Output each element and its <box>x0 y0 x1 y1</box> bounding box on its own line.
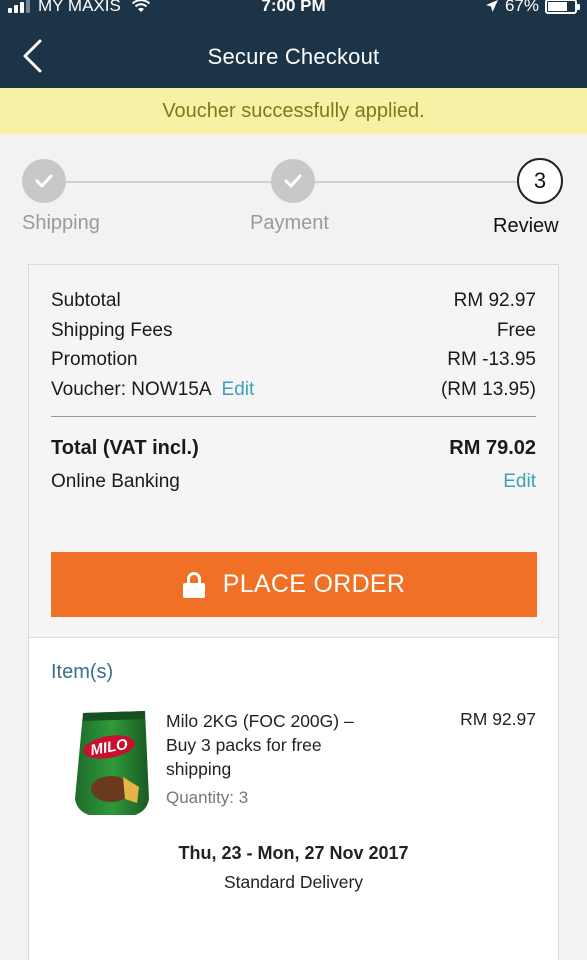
step-label-shipping: Shipping <box>22 212 100 234</box>
shipping-fees-label: Shipping Fees <box>51 320 173 341</box>
payment-method-row: Online Banking Edit <box>51 471 536 493</box>
check-icon <box>35 174 53 188</box>
voucher-label: Voucher: NOW15A <box>51 379 212 400</box>
product-quantity: Quantity: 3 <box>166 788 249 807</box>
delivery-date: Thu, 23 - Mon, 27 Nov 2017 <box>178 843 409 863</box>
shipping-fees-value: Free <box>496 320 536 341</box>
delivery-type: Standard Delivery <box>223 872 364 892</box>
summary-divider <box>51 416 536 417</box>
subtotal-row: Subtotal RM 92.97 <box>51 290 536 312</box>
subtotal-label: Subtotal <box>51 290 121 311</box>
payment-edit-link[interactable]: Edit <box>503 471 536 493</box>
total-value: RM 79.02 <box>449 437 536 459</box>
step-review-current: 3 <box>517 158 563 204</box>
battery-info: 67% <box>485 0 580 16</box>
status-bar: MY MAXIS 7:00 PM 67% <box>0 0 587 24</box>
subtotal-value: RM 92.97 <box>453 290 536 311</box>
promotion-value: RM -13.95 <box>447 349 536 370</box>
place-order-label: PLACE ORDER <box>222 570 406 598</box>
battery-percent: 67% <box>504 0 539 15</box>
total-label: Total (VAT incl.) <box>51 437 199 459</box>
promotion-row: Promotion RM -13.95 <box>51 349 536 371</box>
voucher-label-group: Voucher: NOW15A Edit <box>51 379 254 401</box>
items-heading: Item(s) <box>51 661 114 683</box>
order-summary: Subtotal RM 92.97 Shipping Fees Free Pro… <box>29 265 558 638</box>
step-label-review: Review <box>493 215 559 237</box>
check-icon <box>284 174 302 188</box>
shipping-fees-row: Shipping Fees Free <box>51 320 536 342</box>
product-image[interactable]: MILO <box>69 707 159 819</box>
product-name[interactable]: Milo 2KG (FOC 200G) – Buy 3 packs for fr… <box>166 709 386 781</box>
payment-method-label: Online Banking <box>51 471 180 492</box>
total-row: Total (VAT incl.) RM 79.02 <box>51 437 536 460</box>
checkout-stepper: 3 Shipping Payment Review <box>0 134 587 264</box>
voucher-value: (RM 13.95) <box>440 379 536 400</box>
place-order-button[interactable]: PLACE ORDER <box>51 552 537 617</box>
app-header: Secure Checkout <box>0 24 587 88</box>
promotion-label: Promotion <box>51 349 138 370</box>
page-title: Secure Checkout <box>207 44 380 69</box>
step-payment-done <box>271 159 315 203</box>
lock-icon <box>182 571 205 598</box>
battery-icon <box>545 0 580 14</box>
voucher-success-banner: Voucher successfully applied. <box>0 88 587 134</box>
checkout-card: Subtotal RM 92.97 Shipping Fees Free Pro… <box>28 264 559 960</box>
voucher-row: Voucher: NOW15A Edit (RM 13.95) <box>51 379 536 401</box>
location-arrow-icon <box>485 0 498 12</box>
step-shipping-done <box>22 159 66 203</box>
step-label-payment: Payment <box>250 212 329 234</box>
voucher-edit-link[interactable]: Edit <box>222 379 255 400</box>
product-price: RM 92.97 <box>460 709 536 729</box>
